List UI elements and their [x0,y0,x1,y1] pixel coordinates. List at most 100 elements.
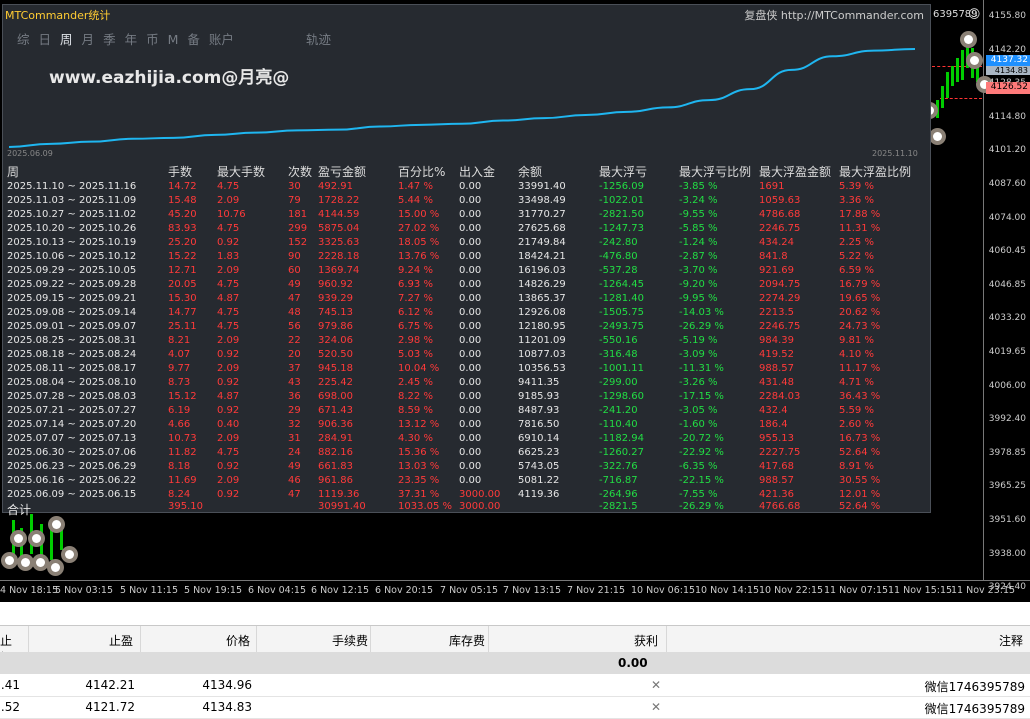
column-header[interactable]: 盈亏金额 [318,164,366,180]
table-row[interactable]: 2025.06.16 ~ 2025.06.22 11.69 2.09 46 961.86… [3,474,930,488]
table-row[interactable]: 2025.10.27 ~ 2025.11.02 45.20 10.76 181 4144… [3,208,930,222]
order-sl[interactable]: 2.52 [0,700,20,714]
trade-marker-icon[interactable] [1,552,18,569]
table-cell: 9.81 % [839,335,874,346]
table-cell: 2025.06.30 ~ 2025.07.06 [7,447,137,458]
terminal-column-header[interactable]: 价格 [226,632,250,649]
table-cell: 33991.40 [518,181,566,192]
table-cell: 2025.07.07 ~ 2025.07.13 [7,433,137,444]
table-row[interactable]: 2025.07.07 ~ 2025.07.13 10.73 2.09 31 284.91… [3,432,930,446]
column-header[interactable]: 手数 [168,164,192,180]
trade-marker-icon[interactable] [966,52,983,69]
column-header[interactable]: 出入金 [459,164,495,180]
column-header[interactable]: 最大浮盈金额 [759,164,831,180]
table-row[interactable]: 2025.06.09 ~ 2025.06.15 8.24 0.92 47 1119.36… [3,488,930,502]
column-header[interactable]: 最大浮盈比例 [839,164,911,180]
order-price[interactable]: 4134.83 [202,700,252,714]
trade-marker-icon[interactable] [929,128,946,145]
table-cell: 0.00 [459,307,482,318]
trade-marker-icon[interactable] [960,31,977,48]
table-row[interactable]: 2025.07.21 ~ 2025.07.27 6.19 0.92 29 671.43 8… [3,404,930,418]
trade-marker-icon[interactable] [61,546,78,563]
column-divider[interactable] [488,626,489,652]
order-tp[interactable]: 4142.21 [85,678,135,692]
column-header[interactable]: 最大手数 [217,164,265,180]
order-tp[interactable]: 4121.72 [85,700,135,714]
table-cell: 0.00 [459,181,482,192]
trade-marker-icon[interactable] [28,530,45,547]
total-max-dd: -2821.5 [599,501,638,512]
table-row[interactable]: 2025.11.10 ~ 2025.11.16 14.72 4.75 30 492.91… [3,180,930,194]
table-cell: 0.00 [459,405,482,416]
table-row[interactable]: 2025.09.08 ~ 2025.09.14 14.77 4.75 48 745.13… [3,306,930,320]
table-row[interactable]: 2025.09.22 ~ 2025.09.28 20.05 4.75 49 960.92… [3,278,930,292]
order-row[interactable]: .41 4142.21 4134.96 ✕ 微信1746395789 [0,675,1030,697]
trade-marker-icon[interactable] [47,559,64,576]
table-row[interactable]: 2025.10.06 ~ 2025.10.12 15.22 1.83 90 2228.1… [3,250,930,264]
table-row[interactable]: 2025.09.29 ~ 2025.10.05 12.71 2.09 60 1369.7… [3,264,930,278]
order-comment: 微信1746395789 [924,702,1025,716]
column-header[interactable]: 余额 [518,164,542,180]
table-row[interactable]: 2025.07.14 ~ 2025.07.20 4.66 0.40 32 906.36 1… [3,418,930,432]
table-cell: 882.16 [318,447,353,458]
table-cell: -3.70 % [679,265,718,276]
table-row[interactable]: 2025.06.23 ~ 2025.06.29 8.18 0.92 49 661.83 1… [3,460,930,474]
table-cell: 1369.74 [318,265,360,276]
table-cell: 8.91 % [839,461,874,472]
table-cell: 10.73 [168,433,197,444]
table-cell: 181 [288,209,308,220]
terminal-column-header[interactable]: 库存费 [449,632,485,649]
table-cell: 20.05 [168,279,197,290]
table-cell: 186.4 [759,419,788,430]
table-row[interactable]: 2025.09.01 ~ 2025.09.07 25.11 4.75 56 979.86… [3,320,930,334]
trade-marker-icon[interactable] [10,530,27,547]
table-cell: 37.31 % [398,489,440,500]
column-divider[interactable] [256,626,257,652]
smiley-icon[interactable]: ☺ [968,7,981,21]
table-row[interactable]: 2025.06.30 ~ 2025.07.06 11.82 4.75 24 882.16… [3,446,930,460]
terminal-column-header[interactable]: 止盈 [109,632,133,649]
table-row[interactable]: 2025.10.20 ~ 2025.10.26 83.93 4.75 299 5875.… [3,222,930,236]
panel-header-link[interactable]: 复盘侠 http://MTCommander.com [744,7,924,23]
column-header[interactable]: 次数 [288,164,312,180]
table-row[interactable]: 2025.11.03 ~ 2025.11.09 15.48 2.09 79 1728.2… [3,194,930,208]
table-cell: -1264.45 [599,279,644,290]
order-row[interactable]: 2.52 4121.72 4134.83 ✕ 微信1746395789 [0,697,1030,719]
table-cell: 431.48 [759,377,794,388]
terminal-column-header[interactable]: 手续费 [332,632,368,649]
table-cell: 0.00 [459,279,482,290]
order-price[interactable]: 4134.96 [202,678,252,692]
table-row[interactable]: 2025.08.04 ~ 2025.08.10 8.73 0.92 43 225.42 2… [3,376,930,390]
table-row[interactable]: 2025.08.11 ~ 2025.08.17 9.77 2.09 37 945.18 1… [3,362,930,376]
column-divider[interactable] [140,626,141,652]
table-cell: 12926.08 [518,307,566,318]
column-header[interactable]: 最大浮亏 [599,164,647,180]
table-cell: 25.11 [168,321,197,332]
table-cell: -9.20 % [679,279,718,290]
column-divider[interactable] [370,626,371,652]
table-row[interactable]: 2025.10.13 ~ 2025.10.19 25.20 0.92 152 3325.… [3,236,930,250]
table-row[interactable]: 2025.08.25 ~ 2025.08.31 8.21 2.09 22 324.06 2… [3,334,930,348]
table-row[interactable]: 2025.09.15 ~ 2025.09.21 15.30 4.87 47 939.29… [3,292,930,306]
trade-marker-icon[interactable] [48,516,65,533]
order-sl[interactable]: .41 [1,678,20,692]
table-cell: 0.00 [459,377,482,388]
order-line[interactable] [940,98,982,99]
table-cell: -537.28 [599,265,638,276]
time-tick: 5 Nov 11:15 [120,585,179,596]
terminal-column-header[interactable]: 注释 [999,632,1023,649]
column-divider[interactable] [666,626,667,652]
table-cell: 0.00 [459,349,482,360]
close-icon[interactable]: ✕ [651,678,661,692]
terminal-column-header[interactable]: 获利 [634,632,658,649]
table-row[interactable]: 2025.07.28 ~ 2025.08.03 15.12 4.87 36 698.00… [3,390,930,404]
close-icon[interactable]: ✕ [651,700,661,714]
time-tick: 5 Nov 19:15 [184,585,243,596]
table-cell: 661.83 [318,461,353,472]
column-divider[interactable] [28,626,29,652]
column-header[interactable]: 最大浮亏比例 [679,164,751,180]
column-header[interactable]: 周 [7,164,19,180]
table-cell: 12.01 % [839,489,881,500]
column-header[interactable]: 百分比% [398,164,445,180]
table-row[interactable]: 2025.08.18 ~ 2025.08.24 4.07 0.92 20 520.50 5… [3,348,930,362]
